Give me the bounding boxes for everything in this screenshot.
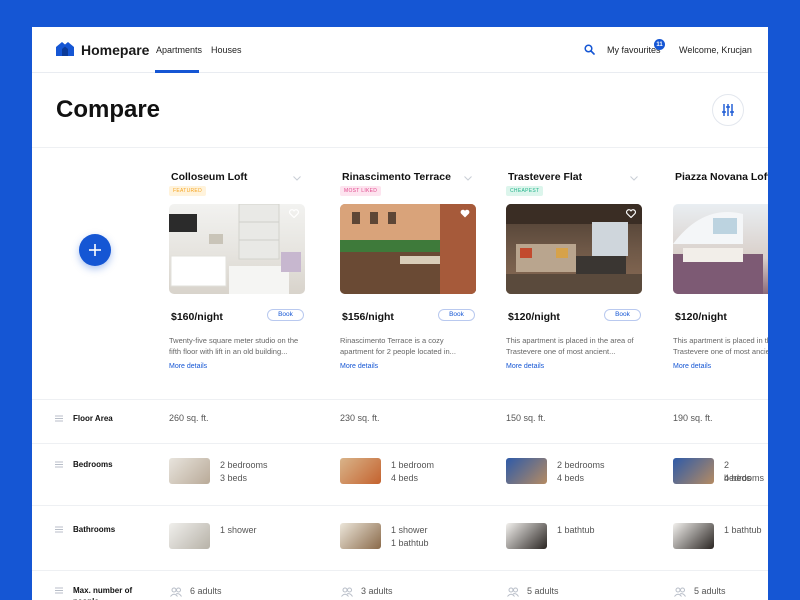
bathroom-fixture: 1 bathtub (557, 524, 595, 537)
row-label-bathrooms: Bathrooms (73, 524, 115, 535)
bathroom-fixture: 1 bathtub (724, 524, 762, 537)
brand-name[interactable]: Homepare (81, 42, 149, 58)
row-label-floor-area: Floor Area (73, 413, 113, 424)
listing-description: Twenty-five square meter studio on the f… (169, 335, 307, 357)
listing-description: This apartment is placed in the area of … (673, 335, 768, 357)
bathroom-thumbnail[interactable] (506, 523, 547, 549)
floor-area-value: 260 sq. ft. (169, 412, 209, 425)
heart-filled-icon[interactable] (460, 209, 470, 218)
listing-photo[interactable] (169, 204, 305, 294)
section-divider (32, 147, 768, 148)
flat-interior-image (506, 204, 642, 294)
most-liked-tag: Most liked (340, 186, 381, 196)
bathroom-thumbnail[interactable] (673, 523, 714, 549)
loft-bedroom-image (673, 204, 768, 294)
drag-handle-icon[interactable] (55, 587, 63, 594)
bedroom-thumbnail[interactable] (673, 458, 714, 484)
listing-name[interactable]: Trastevere Flat (508, 171, 582, 183)
row-label-max-people: Max. number of people (73, 585, 143, 600)
bedroom-count: 1 bedroom (391, 459, 434, 472)
heart-icon[interactable] (289, 209, 299, 218)
listing-name[interactable]: Rinascimento Terrace (342, 171, 451, 183)
top-navbar: Homepare Apartments Houses My favourites… (32, 27, 768, 73)
bathroom-fixture: 1 bathtub (391, 537, 429, 550)
bathroom-fixture: 1 shower (391, 524, 428, 537)
plus-icon (88, 243, 102, 257)
people-icon (507, 587, 519, 597)
active-nav-indicator (155, 70, 199, 73)
floor-area-value: 190 sq. ft. (673, 412, 713, 425)
drag-handle-icon[interactable] (55, 415, 63, 422)
nav-houses[interactable]: Houses (211, 45, 242, 55)
row-divider (32, 399, 768, 400)
more-details-link[interactable]: More details (506, 363, 544, 370)
chevron-down-icon[interactable] (293, 176, 301, 181)
search-icon[interactable] (584, 44, 595, 55)
people-icon (341, 587, 353, 597)
row-divider (32, 505, 768, 506)
page-title: Compare (56, 96, 160, 124)
max-people-value: 3 adults (361, 585, 393, 598)
bed-count: 4 beds (724, 472, 751, 485)
max-people-value: 5 adults (527, 585, 559, 598)
bed-count: 3 beds (220, 472, 247, 485)
more-details-link[interactable]: More details (169, 363, 207, 370)
drag-handle-icon[interactable] (55, 526, 63, 533)
welcome-user[interactable]: Welcome, Krucjan (679, 45, 752, 55)
people-icon (170, 587, 182, 597)
drag-handle-icon[interactable] (55, 461, 63, 468)
bedroom-count: 2 bedrooms (220, 459, 268, 472)
listing-price: $120/night (508, 311, 560, 323)
bathroom-thumbnail[interactable] (169, 523, 210, 549)
listing-description: Rinascimento Terrace is a cozy apartment… (340, 335, 478, 357)
bedroom-thumbnail[interactable] (169, 458, 210, 484)
listing-description: This apartment is placed in the area of … (506, 335, 644, 357)
terrace-image (340, 204, 476, 294)
bed-count: 4 beds (557, 472, 584, 485)
listing-name[interactable]: Piazza Novana Loft (675, 171, 768, 183)
featured-tag: Featured (169, 186, 206, 196)
bedroom-thumbnail[interactable] (340, 458, 381, 484)
max-people-value: 6 adults (190, 585, 222, 598)
book-button[interactable]: Book (438, 309, 475, 321)
listing-name[interactable]: Colloseum Loft (171, 171, 247, 183)
people-icon (674, 587, 686, 597)
listing-photo[interactable] (340, 204, 476, 294)
row-divider (32, 570, 768, 571)
heart-icon[interactable] (626, 209, 636, 218)
listing-price: $120/night (675, 311, 727, 323)
listing-price: $160/night (171, 311, 223, 323)
row-divider (32, 443, 768, 444)
my-favourites-link[interactable]: My favourites (607, 45, 661, 55)
loft-interior-image (169, 204, 305, 294)
listing-photo[interactable] (673, 204, 768, 294)
cheapest-tag: Cheapest (506, 186, 543, 196)
more-details-link[interactable]: More details (340, 363, 378, 370)
chevron-down-icon[interactable] (464, 176, 472, 181)
listing-photo[interactable] (506, 204, 642, 294)
bathroom-fixture: 1 shower (220, 524, 257, 537)
max-people-value: 5 adults (694, 585, 726, 598)
more-details-link[interactable]: More details (673, 363, 711, 370)
nav-apartments[interactable]: Apartments (156, 45, 202, 55)
app-window: Homepare Apartments Houses My favourites… (32, 27, 768, 600)
add-listing-button[interactable] (79, 234, 111, 266)
floor-area-value: 230 sq. ft. (340, 412, 380, 425)
filter-settings-button[interactable] (712, 94, 744, 126)
chevron-down-icon[interactable] (630, 176, 638, 181)
listing-price: $156/night (342, 311, 394, 323)
bathroom-thumbnail[interactable] (340, 523, 381, 549)
floor-area-value: 150 sq. ft. (506, 412, 546, 425)
bedroom-count: 2 bedrooms (557, 459, 605, 472)
homepare-logo-icon[interactable] (56, 42, 74, 56)
book-button[interactable]: Book (604, 309, 641, 321)
bedroom-thumbnail[interactable] (506, 458, 547, 484)
row-label-bedrooms: Bedrooms (73, 459, 113, 470)
bed-count: 4 beds (391, 472, 418, 485)
sliders-icon (721, 103, 735, 117)
book-button[interactable]: Book (267, 309, 304, 321)
favourites-count-badge: 11 (654, 39, 665, 50)
